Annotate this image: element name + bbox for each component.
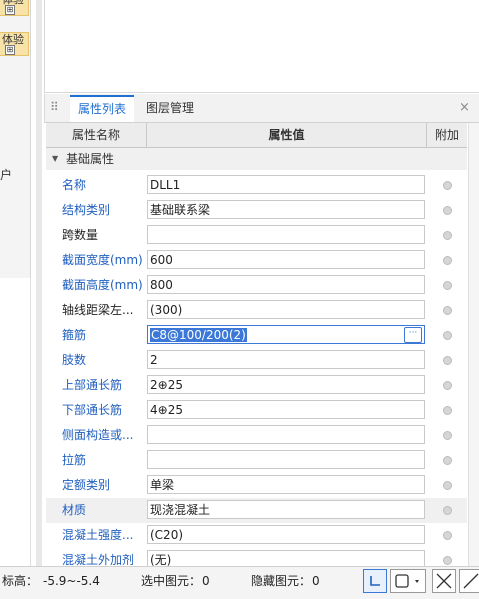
table-row[interactable]: 混凝土强度... (C20) (46, 523, 467, 548)
drag-grip-icon[interactable]: ⠿ (50, 100, 59, 114)
hidden-count-value: 0 (312, 574, 320, 588)
left-scrollbar[interactable] (36, 0, 42, 566)
property-value-field-editing[interactable]: C8@100/200(2) ··· (147, 325, 425, 344)
column-header-add: 附加 (427, 123, 467, 148)
add-dot-icon[interactable] (443, 331, 452, 340)
add-dot-icon[interactable] (443, 381, 452, 390)
table-row[interactable]: 材质 现浇混凝土 (46, 498, 467, 523)
property-name: 定额类别 (62, 478, 111, 492)
elevation-value: -5.9~-5.4 (43, 574, 100, 588)
corner-icon (370, 576, 380, 586)
property-name: 侧面构造或... (62, 428, 134, 442)
more-options-button[interactable]: ··· (404, 327, 422, 343)
add-dot-icon[interactable] (443, 406, 452, 415)
property-name: 名称 (62, 178, 87, 192)
add-dot-icon[interactable] (443, 306, 452, 315)
property-name: 结构类别 (62, 203, 111, 217)
property-name: 混凝土强度... (62, 528, 134, 542)
property-value-field[interactable]: DLL1 (147, 175, 425, 194)
cross-icon (436, 573, 452, 589)
orthogonal-mode-button[interactable] (363, 569, 387, 593)
tag-grid-icon: ⊞ (5, 5, 15, 15)
property-value-field[interactable]: (300) (147, 300, 425, 319)
group-basic-properties[interactable]: ▼ 基础属性 (46, 148, 467, 170)
group-label: 基础属性 (66, 152, 115, 166)
elevation-label: 标高： (2, 574, 39, 588)
tab-property-list[interactable]: 属性列表 (70, 95, 135, 122)
property-value-field[interactable]: 800 (147, 275, 425, 294)
property-value-field[interactable]: 现浇混凝土 (147, 500, 425, 519)
shape-select-dropdown[interactable] (390, 569, 426, 593)
left-tag-1[interactable]: 体验 ⊞ (0, 0, 29, 16)
table-row[interactable]: 侧面构造或... (46, 423, 467, 448)
close-icon[interactable]: × (459, 100, 470, 115)
add-dot-icon[interactable] (443, 456, 452, 465)
table-row[interactable]: 截面宽度(mm) 600 (46, 248, 467, 273)
hidden-count-label: 隐藏图元： (251, 574, 312, 588)
property-name: 箍筋 (62, 328, 87, 342)
left-panel-char: 户 (0, 168, 13, 182)
property-value-field[interactable]: 600 (147, 250, 425, 269)
tag-grid-icon: ⊞ (5, 45, 15, 55)
top-panel (44, 0, 479, 93)
selected-count-label: 选中图元： (141, 574, 202, 588)
property-value-field[interactable]: (C20) (147, 525, 425, 544)
add-dot-icon[interactable] (443, 481, 452, 490)
property-value-field[interactable] (147, 225, 425, 244)
table-row[interactable]: 混凝土外加剂 (无) (46, 548, 467, 566)
add-dot-icon[interactable] (443, 256, 452, 265)
table-row[interactable]: 名称 DLL1 (46, 173, 467, 198)
column-header-name: 属性名称 (46, 123, 147, 148)
table-row[interactable]: 跨数量 (46, 223, 467, 248)
selected-value-text[interactable]: C8@100/200(2) (150, 328, 247, 342)
add-dot-icon[interactable] (443, 356, 452, 365)
property-name: 截面高度(mm) (62, 278, 143, 292)
selected-count-value: 0 (202, 574, 210, 588)
rectangle-dropdown-icon (395, 574, 419, 588)
diagonal-icon (463, 573, 479, 589)
table-row[interactable]: 上部通长筋 2⊕25 (46, 373, 467, 398)
add-dot-icon[interactable] (443, 231, 452, 240)
property-name: 上部通长筋 (62, 378, 123, 392)
left-panel-lower (0, 278, 31, 566)
table-row[interactable]: 下部通长筋 4⊕25 (46, 398, 467, 423)
property-name: 肢数 (62, 353, 87, 367)
diagonal-select-button[interactable] (459, 569, 479, 593)
property-value-field[interactable]: 4⊕25 (147, 400, 425, 419)
property-value-field[interactable]: 2 (147, 350, 425, 369)
add-dot-icon[interactable] (443, 181, 452, 190)
property-name: 截面宽度(mm) (62, 253, 143, 267)
table-row[interactable]: 拉筋 (46, 448, 467, 473)
add-dot-icon[interactable] (443, 281, 452, 290)
property-name: 混凝土外加剂 (62, 553, 135, 566)
property-value-field[interactable]: 2⊕25 (147, 375, 425, 394)
collapse-icon[interactable]: ▼ (52, 148, 58, 170)
add-dot-icon[interactable] (443, 556, 452, 565)
property-value-field[interactable] (147, 450, 425, 469)
add-dot-icon[interactable] (443, 431, 452, 440)
table-row[interactable]: 定额类别 单梁 (46, 473, 467, 498)
property-scrollbar[interactable] (468, 123, 479, 566)
cross-select-button[interactable] (432, 569, 456, 593)
property-value-field[interactable]: (无) (147, 550, 425, 566)
property-name: 拉筋 (62, 453, 87, 467)
column-header-value: 属性值 (147, 123, 427, 148)
property-name: 跨数量 (62, 228, 99, 242)
property-name: 轴线距梁左... (62, 303, 134, 317)
table-row[interactable]: 轴线距梁左... (300) (46, 298, 467, 323)
table-row[interactable]: 箍筋 C8@100/200(2) ··· (46, 323, 467, 348)
left-tag-2[interactable]: 体验 ⊞ (0, 32, 29, 56)
tab-layer-management[interactable]: 图层管理 (138, 95, 202, 121)
property-value-field[interactable] (147, 425, 425, 444)
table-row[interactable]: 结构类别 基础联系梁 (46, 198, 467, 223)
property-name: 材质 (62, 503, 87, 517)
table-row[interactable]: 肢数 2 (46, 348, 467, 373)
property-value-field[interactable]: 单梁 (147, 475, 425, 494)
add-dot-icon[interactable] (443, 531, 452, 540)
add-dot-icon[interactable] (443, 506, 452, 515)
property-value-field[interactable]: 基础联系梁 (147, 200, 425, 219)
add-dot-icon[interactable] (443, 206, 452, 215)
table-row[interactable]: 截面高度(mm) 800 (46, 273, 467, 298)
property-name: 下部通长筋 (62, 403, 123, 417)
